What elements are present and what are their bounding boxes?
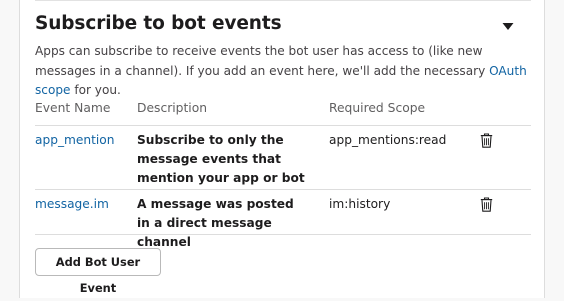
table-divider bbox=[35, 234, 531, 235]
event-name-link[interactable]: app_mention bbox=[35, 131, 114, 150]
event-required-scope: im:history bbox=[329, 197, 391, 211]
trash-icon[interactable] bbox=[480, 197, 493, 212]
column-header-description: Description bbox=[137, 101, 208, 115]
column-header-event-name: Event Name bbox=[35, 101, 111, 115]
event-required-scope: app_mentions:read bbox=[329, 133, 447, 147]
section-description: Apps can subscribe to receive events the… bbox=[35, 42, 531, 101]
event-name-link[interactable]: message.im bbox=[35, 195, 109, 214]
caret-down-icon[interactable] bbox=[502, 22, 514, 31]
intro-text-end: for you. bbox=[70, 83, 121, 97]
section-title: Subscribe to bot events bbox=[35, 13, 282, 34]
add-bot-user-event-button[interactable]: Add Bot User Event bbox=[35, 248, 161, 295]
intro-text: Apps can subscribe to receive events the… bbox=[35, 44, 490, 78]
trash-icon[interactable] bbox=[480, 133, 493, 148]
table-divider bbox=[35, 189, 531, 190]
table-divider bbox=[35, 125, 531, 126]
event-description: A message was posted in a direct message… bbox=[137, 197, 294, 249]
bot-events-card: Subscribe to bot events Apps can subscri… bbox=[19, 0, 545, 298]
section-divider bbox=[35, 0, 531, 1]
event-description: Subscribe to only the message events tha… bbox=[137, 133, 305, 185]
column-header-required-scope: Required Scope bbox=[329, 101, 426, 115]
